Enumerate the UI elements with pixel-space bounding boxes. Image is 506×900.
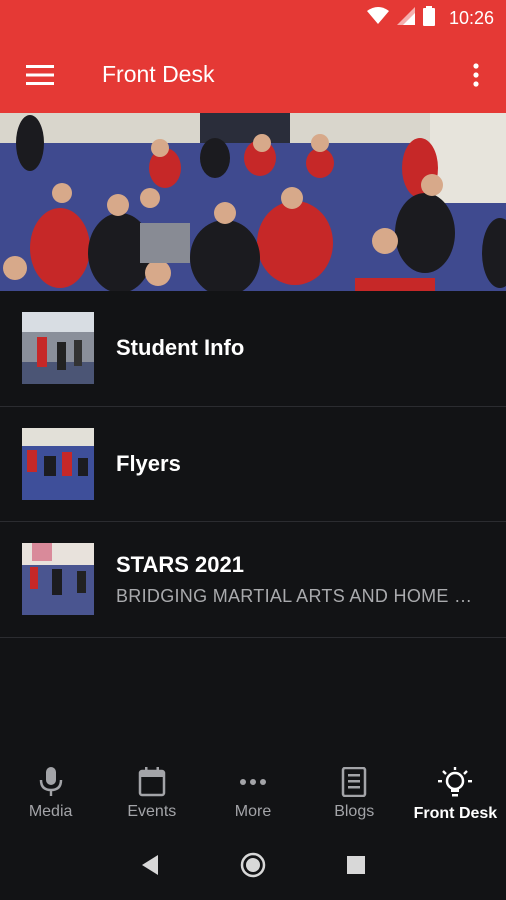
nav-item-events[interactable]: Events [101,755,202,835]
content-list: Student Info Flyers STARS 2021 BRIDGING … [0,291,506,638]
status-bar: 10:26 [0,0,506,36]
calendar-icon [138,767,166,797]
flyers-thumbnail [22,427,94,500]
list-item-subtitle: BRIDGING MARTIAL ARTS AND HOME W... [116,585,486,606]
list-item-student-info[interactable]: Student Info [0,291,506,407]
lightbulb-icon [438,767,473,797]
system-navigation-bar [0,835,506,900]
bottom-navigation: Media Events More Blogs Front Desk [0,755,506,835]
nav-item-media[interactable]: Media [0,755,101,835]
page-title: Front Desk [102,61,215,87]
overflow-menu-button[interactable] [446,36,506,113]
cellular-signal-icon [396,6,415,30]
nav-item-front-desk[interactable]: Front Desk [405,755,506,835]
nav-item-blogs[interactable]: Blogs [304,755,405,835]
status-time: 10:26 [448,7,494,28]
more-dots-icon [240,779,266,785]
nav-item-more[interactable]: More [202,755,303,835]
list-item-stars-2021[interactable]: STARS 2021 BRIDGING MARTIAL ARTS AND HOM… [0,522,506,638]
stars-2021-thumbnail [22,543,94,616]
list-item-title: STARS 2021 [116,551,244,577]
newspaper-icon [341,767,367,797]
list-item-flyers[interactable]: Flyers [0,407,506,522]
recents-icon[interactable] [346,855,366,880]
list-item-title: Student Info [116,335,245,361]
nav-label: Events [127,803,177,820]
home-icon[interactable] [240,852,266,883]
nav-label: Blogs [334,803,375,820]
app-bar: Front Desk [0,36,506,113]
menu-button[interactable] [0,36,80,113]
nav-label: Front Desk [413,805,498,822]
microphone-icon [39,767,62,796]
wifi-icon [366,6,389,30]
nav-label: More [234,803,272,820]
battery-icon [422,5,435,31]
back-icon[interactable] [140,854,160,881]
more-vert-icon [473,62,479,87]
hero-image [0,113,506,291]
student-info-thumbnail [22,312,94,385]
hamburger-menu-icon [26,64,54,85]
nav-label: Media [28,803,73,820]
list-item-title: Flyers [116,450,181,476]
